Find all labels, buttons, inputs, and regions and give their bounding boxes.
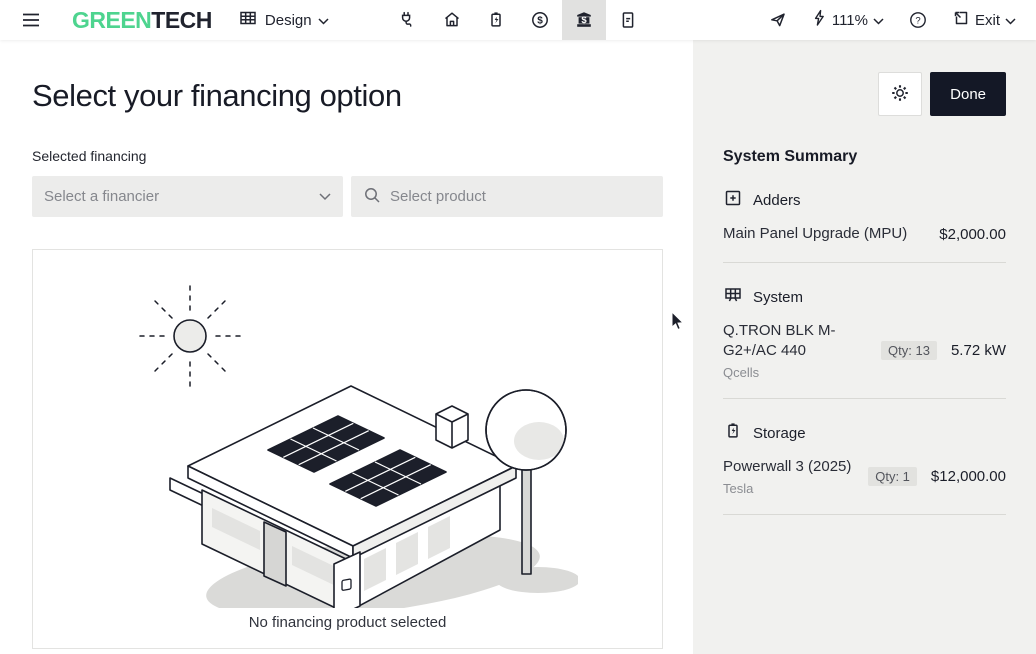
search-icon [363, 186, 381, 208]
topbar-left: GREENTECH Design [0, 0, 329, 40]
exit-icon [952, 9, 970, 31]
design-mode-switcher[interactable]: Design [238, 0, 329, 40]
page-body: Select your financing option Selected fi… [0, 40, 1036, 654]
grid-icon [238, 8, 258, 32]
topbar-right: 111% ? Exit [756, 0, 1036, 40]
tab-financing[interactable]: $ [562, 0, 606, 40]
house-illustration [118, 278, 578, 608]
solar-panel-icon [723, 285, 743, 309]
system-item-row: Q.TRON BLK M-G2+/AC 440 Qcells Qty: 13 5… [723, 321, 1006, 380]
financier-select-placeholder: Select a financier [44, 188, 319, 205]
section-divider [723, 262, 1006, 263]
tab-electrical-plug[interactable] [386, 0, 430, 40]
topbar: GREENTECH Design [0, 0, 1036, 40]
bank-financing-icon: $ [574, 10, 594, 30]
gear-icon [890, 83, 910, 106]
page-title: Select your financing option [32, 78, 663, 114]
tab-home[interactable] [430, 0, 474, 40]
storage-value: $12,000.00 [931, 468, 1006, 485]
tab-battery[interactable] [474, 0, 518, 40]
system-section-label: System [753, 289, 803, 306]
financier-select[interactable]: Select a financier [32, 176, 343, 217]
greentech-logo: GREENTECH [72, 7, 212, 34]
storage-qty-badge: Qty: 1 [868, 467, 917, 486]
storage-section-header: Storage [723, 421, 1006, 445]
home-icon [442, 10, 462, 30]
adder-name: Main Panel Upgrade (MPU) [723, 224, 939, 244]
chevron-down-icon [319, 188, 331, 205]
performance-zoom-control[interactable]: 111% [802, 0, 894, 40]
design-label: Design [265, 12, 311, 29]
product-search-placeholder: Select product [390, 188, 486, 205]
section-divider [723, 514, 1006, 515]
no-financing-card: No financing product selected [32, 249, 663, 649]
panel-manufacturer: Qcells [723, 365, 881, 380]
section-divider [723, 398, 1006, 399]
send-proposal-button[interactable] [756, 0, 800, 40]
svg-text:?: ? [915, 15, 920, 26]
battery-icon [486, 10, 506, 30]
dollar-circle-icon: $ [530, 10, 550, 30]
logo-dark-part: TECH [151, 7, 212, 34]
system-summary-title: System Summary [723, 148, 1006, 166]
plug-icon [398, 10, 418, 30]
storage-item-row: Powerwall 3 (2025) Tesla Qty: 1 $12,000.… [723, 457, 1006, 496]
tab-pricing[interactable]: $ [518, 0, 562, 40]
system-section-header: System [723, 285, 1006, 309]
logo-green-part: GREEN [72, 7, 151, 34]
exit-label: Exit [975, 12, 1000, 29]
exit-menu[interactable]: Exit [942, 0, 1026, 40]
adder-value: $2,000.00 [939, 226, 1006, 243]
hamburger-menu-button[interactable] [14, 0, 48, 40]
product-search-input[interactable]: Select product [351, 176, 663, 217]
selected-financing-label: Selected financing [32, 148, 663, 164]
zoom-value: 111% [832, 12, 868, 29]
done-button[interactable]: Done [930, 72, 1006, 116]
financing-selectors: Select a financier Select product [32, 176, 663, 217]
panel-product-name: Q.TRON BLK M-G2+/AC 440 [723, 321, 881, 361]
svg-text:$: $ [537, 16, 543, 27]
help-icon: ? [908, 10, 928, 30]
hamburger-menu-icon [22, 13, 40, 27]
storage-battery-icon [723, 421, 743, 445]
sidebar-actions: Done [723, 72, 1006, 116]
storage-manufacturer: Tesla [723, 481, 868, 496]
svg-text:$: $ [581, 15, 587, 26]
empty-state-message: No financing product selected [249, 614, 447, 631]
financing-panel: Select your financing option Selected fi… [0, 40, 693, 654]
panel-qty-badge: Qty: 13 [881, 341, 937, 360]
system-summary-sidebar: Done System Summary Adders Main Panel Up… [693, 40, 1036, 654]
chevron-down-icon [318, 12, 329, 29]
lightning-icon [812, 9, 827, 31]
chevron-down-icon [873, 12, 884, 29]
storage-product-name: Powerwall 3 (2025) [723, 457, 868, 477]
tab-proposal-document[interactable] [606, 0, 650, 40]
system-size-value: 5.72 kW [951, 342, 1006, 359]
document-icon [618, 10, 638, 30]
adders-section-label: Adders [753, 192, 801, 209]
workflow-tabs: $ $ [386, 0, 650, 40]
adders-item-row: Main Panel Upgrade (MPU) $2,000.00 [723, 224, 1006, 244]
adders-section-header: Adders [723, 188, 1006, 212]
settings-button[interactable] [878, 72, 922, 116]
adders-icon [723, 188, 743, 212]
storage-section-label: Storage [753, 425, 806, 442]
send-icon [768, 10, 788, 30]
chevron-down-icon [1005, 12, 1016, 29]
help-button[interactable]: ? [896, 0, 940, 40]
